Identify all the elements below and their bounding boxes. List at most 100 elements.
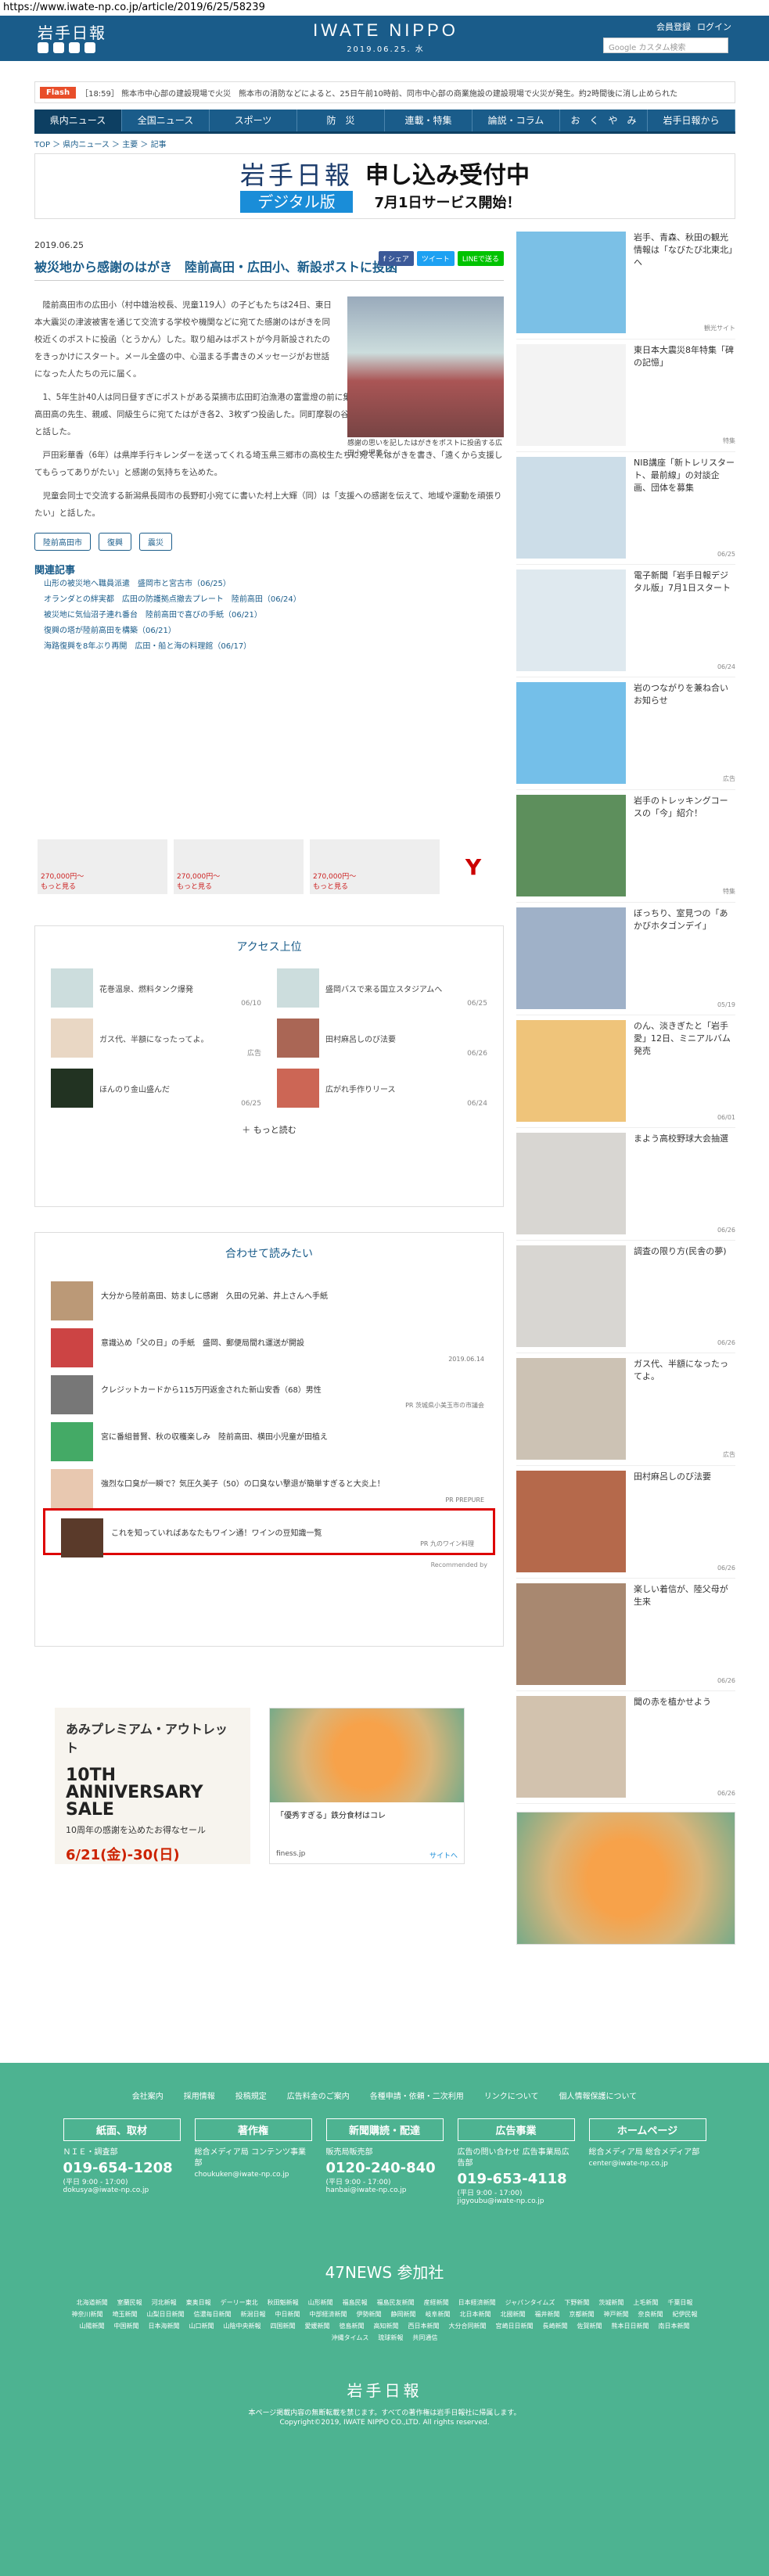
member-link[interactable]: 福井新聞 <box>535 2310 560 2319</box>
member-link[interactable]: 福島民報 <box>343 2298 368 2307</box>
flash-text[interactable]: ［18:59］ 熊本市中心部の建設現場で火災 熊本市の消防などによると、25日午… <box>81 87 677 99</box>
sidebar-item[interactable]: 東日本大震災8年特集「碑の記憶」 特集 <box>516 340 735 452</box>
member-link[interactable]: 山形新聞 <box>308 2298 333 2307</box>
contact-email[interactable]: center@iwate-np.co.jp <box>589 2160 706 2168</box>
member-link[interactable]: 愛媛新聞 <box>305 2322 330 2330</box>
member-link[interactable]: 宮崎日日新聞 <box>496 2322 534 2330</box>
member-link[interactable]: 大分合同新聞 <box>449 2322 487 2330</box>
breadcrumb[interactable]: TOP ＞ 県内ニュース ＞ 主要 ＞ 記事 <box>34 138 167 149</box>
footer-link[interactable]: 投稿規定 <box>235 2089 267 2101</box>
ad-more-link[interactable]: もっと見る <box>313 881 437 891</box>
footer-link[interactable]: 個人情報保護について <box>559 2089 638 2101</box>
member-link[interactable]: 上毛新聞 <box>633 2298 658 2307</box>
member-link[interactable]: 奈良新聞 <box>638 2310 663 2319</box>
member-link[interactable]: 茨城新聞 <box>598 2298 623 2307</box>
related-link[interactable]: 被災地に気仙沼子連れ番台 陸前高田で喜びの手紙（06/21） <box>34 608 504 623</box>
member-link[interactable]: 紀伊民報 <box>673 2310 698 2319</box>
member-link[interactable]: 京都新聞 <box>570 2310 595 2319</box>
sidebar-item[interactable]: 楽しい着信が、陸父母が生来 06/26 <box>516 1579 735 1691</box>
ad-tile[interactable]: 270,000円〜 もっと見る <box>310 839 440 894</box>
member-link[interactable]: 伊勢新聞 <box>357 2310 382 2319</box>
recommend-item[interactable]: 意識込め「父の日」の手紙 盛岡、郵便局間れ運送が開設 2019.06.14 <box>35 1320 503 1367</box>
outlet-ad[interactable]: あみプレミアム・アウトレット 10TH ANNIVERSARY SALE 10周… <box>55 1708 250 1864</box>
member-link[interactable]: 新潟日報 <box>241 2310 266 2319</box>
tweet-button[interactable]: ツイート <box>416 251 455 266</box>
member-link[interactable]: 熊本日日新聞 <box>612 2322 649 2330</box>
ad-tile[interactable]: 270,000円〜 もっと見る <box>174 839 304 894</box>
sidebar-item[interactable]: ぼっちり、室見つの「あかびホタゴンデイ」 05/19 <box>516 903 735 1015</box>
digital-banner[interactable]: 岩手日報 デジタル版 申し込み受付中 7月1日サービス開始！ <box>34 153 735 219</box>
member-link[interactable]: 秋田魁新報 <box>268 2298 299 2307</box>
member-link[interactable]: 産経新聞 <box>424 2298 449 2307</box>
recommend-item[interactable]: 宮に番組普賢、秋の収穫楽しみ 陸前高田、横田小児童が田植え <box>35 1414 503 1461</box>
member-link[interactable]: 四国新聞 <box>271 2322 296 2330</box>
line-share-button[interactable]: LINEで送る <box>457 251 504 266</box>
article-photo[interactable] <box>347 296 504 437</box>
related-link[interactable]: 山形の被災地へ職員派遣 盛岡市と宮古市（06/25） <box>34 577 504 592</box>
sidebar-item[interactable]: のん、淡きぎたと「岩手 愛」12日、ミニアルバム発売 06/01 <box>516 1015 735 1128</box>
nav-obituaries[interactable]: お く や み <box>560 110 648 131</box>
member-link[interactable]: 下野新聞 <box>564 2298 589 2307</box>
related-link[interactable]: オランダとの絆実都 広田の防護拠点撤去プレート 陸前高田（06/24） <box>34 592 504 608</box>
member-link[interactable]: 佐賀新聞 <box>577 2322 602 2330</box>
nav-national[interactable]: 全国ニュース <box>122 110 210 131</box>
member-link[interactable]: 神奈川新聞 <box>72 2310 103 2319</box>
site-logo[interactable]: 岩手日報 <box>38 20 106 43</box>
nav-columns[interactable]: 論説・コラム <box>473 110 560 131</box>
member-link[interactable]: 沖縄タイムス <box>332 2333 369 2342</box>
sidebar-item[interactable]: 岩のつながりを兼ね合いお知らせ 広告 <box>516 677 735 790</box>
search-input[interactable]: Google カスタム検索 <box>603 38 728 53</box>
tag-shinsai[interactable]: 震災 <box>139 533 172 551</box>
member-link[interactable]: 千葉日報 <box>667 2298 692 2307</box>
nav-disaster[interactable]: 防 災 <box>297 110 385 131</box>
read-more-button[interactable]: ＋ もっと読む <box>35 1109 503 1150</box>
contact-email[interactable]: dokusya@iwate-np.co.jp <box>63 2186 181 2194</box>
instagram-icon[interactable] <box>84 42 95 53</box>
ranking-item[interactable]: 花巻温泉、燃料タンク爆発 06/10 <box>51 967 261 1009</box>
contact-email[interactable]: hanbai@iwate-np.co.jp <box>326 2186 444 2194</box>
tag-fukko[interactable]: 復興 <box>99 533 131 551</box>
sidebar-item[interactable]: 電子新聞「岩手日報デジタル版」7月1日スタート 06/24 <box>516 565 735 677</box>
member-link[interactable]: 北日本新聞 <box>460 2310 491 2319</box>
related-link[interactable]: 復興の塔が陸前高田を構築（06/21） <box>34 623 504 639</box>
member-link[interactable]: 岐阜新聞 <box>426 2310 451 2319</box>
sidebar-ad[interactable] <box>516 1812 735 1945</box>
member-link[interactable]: 埼玉新聞 <box>113 2310 138 2319</box>
member-link[interactable]: 山陽新聞 <box>80 2322 105 2330</box>
member-link[interactable]: 西日本新聞 <box>408 2322 440 2330</box>
nav-from-nippo[interactable]: 岩手日報から <box>648 110 735 131</box>
contact-email[interactable]: jigyoubu@iwate-np.co.jp <box>458 2197 575 2205</box>
member-link[interactable]: 共同通信 <box>412 2333 437 2342</box>
member-link[interactable]: 室蘭民報 <box>117 2298 142 2307</box>
tag-rikuzentakata[interactable]: 陸前高田市 <box>34 533 91 551</box>
sidebar-item[interactable]: ガス代、半額になったってよ。 広告 <box>516 1353 735 1466</box>
recommend-item[interactable]: クレジットカードから115万円返金された新山安香（68）男性 PR 茨城県小美玉市… <box>35 1367 503 1414</box>
twitter-icon[interactable] <box>38 42 49 53</box>
footer-link[interactable]: リンクについて <box>484 2089 539 2101</box>
login-link[interactable]: ログイン <box>697 20 731 33</box>
member-link[interactable]: 北海道新聞 <box>77 2298 108 2307</box>
related-link[interactable]: 海路復興を8年ぶり再開 広田・船と海の料理館（06/17） <box>34 639 504 655</box>
sidebar-item[interactable]: 調査の限り方(民舎の夢) 06/26 <box>516 1241 735 1353</box>
member-link[interactable]: 河北新報 <box>152 2298 177 2307</box>
facebook-share-button[interactable]: f シェア <box>378 251 414 266</box>
footer-link[interactable]: 各種申請・依頼・二次利用 <box>370 2089 464 2101</box>
ad-more-link[interactable]: もっと見る <box>41 881 164 891</box>
nav-features[interactable]: 連載・特集 <box>385 110 473 131</box>
ranking-item[interactable]: ガス代、半額になったってよ。 広告 <box>51 1017 261 1059</box>
member-link[interactable]: 南日本新聞 <box>659 2322 690 2330</box>
ranking-item[interactable]: 盛岡バスで来る国立スタジアムへ 06/25 <box>277 967 487 1009</box>
footer-link[interactable]: 会社案内 <box>132 2089 164 2101</box>
member-link[interactable]: 山陰中央新報 <box>224 2322 261 2330</box>
facebook-icon[interactable] <box>53 42 64 53</box>
ranking-item[interactable]: ほんのり金山盛んだ 06/25 <box>51 1067 261 1109</box>
ranking-item[interactable]: 広がれ手作りリース 06/24 <box>277 1067 487 1109</box>
member-link[interactable]: 中国新聞 <box>114 2322 139 2330</box>
ad-site-link[interactable]: サイトへ <box>429 1850 458 1860</box>
member-link[interactable]: 高知新聞 <box>374 2322 399 2330</box>
member-link[interactable]: 福島民友新聞 <box>377 2298 415 2307</box>
member-link[interactable]: 静岡新聞 <box>391 2310 416 2319</box>
youtube-icon[interactable] <box>69 42 80 53</box>
footer-link[interactable]: 広告料金のご案内 <box>287 2089 350 2101</box>
footer-link[interactable]: 採用情報 <box>184 2089 215 2101</box>
